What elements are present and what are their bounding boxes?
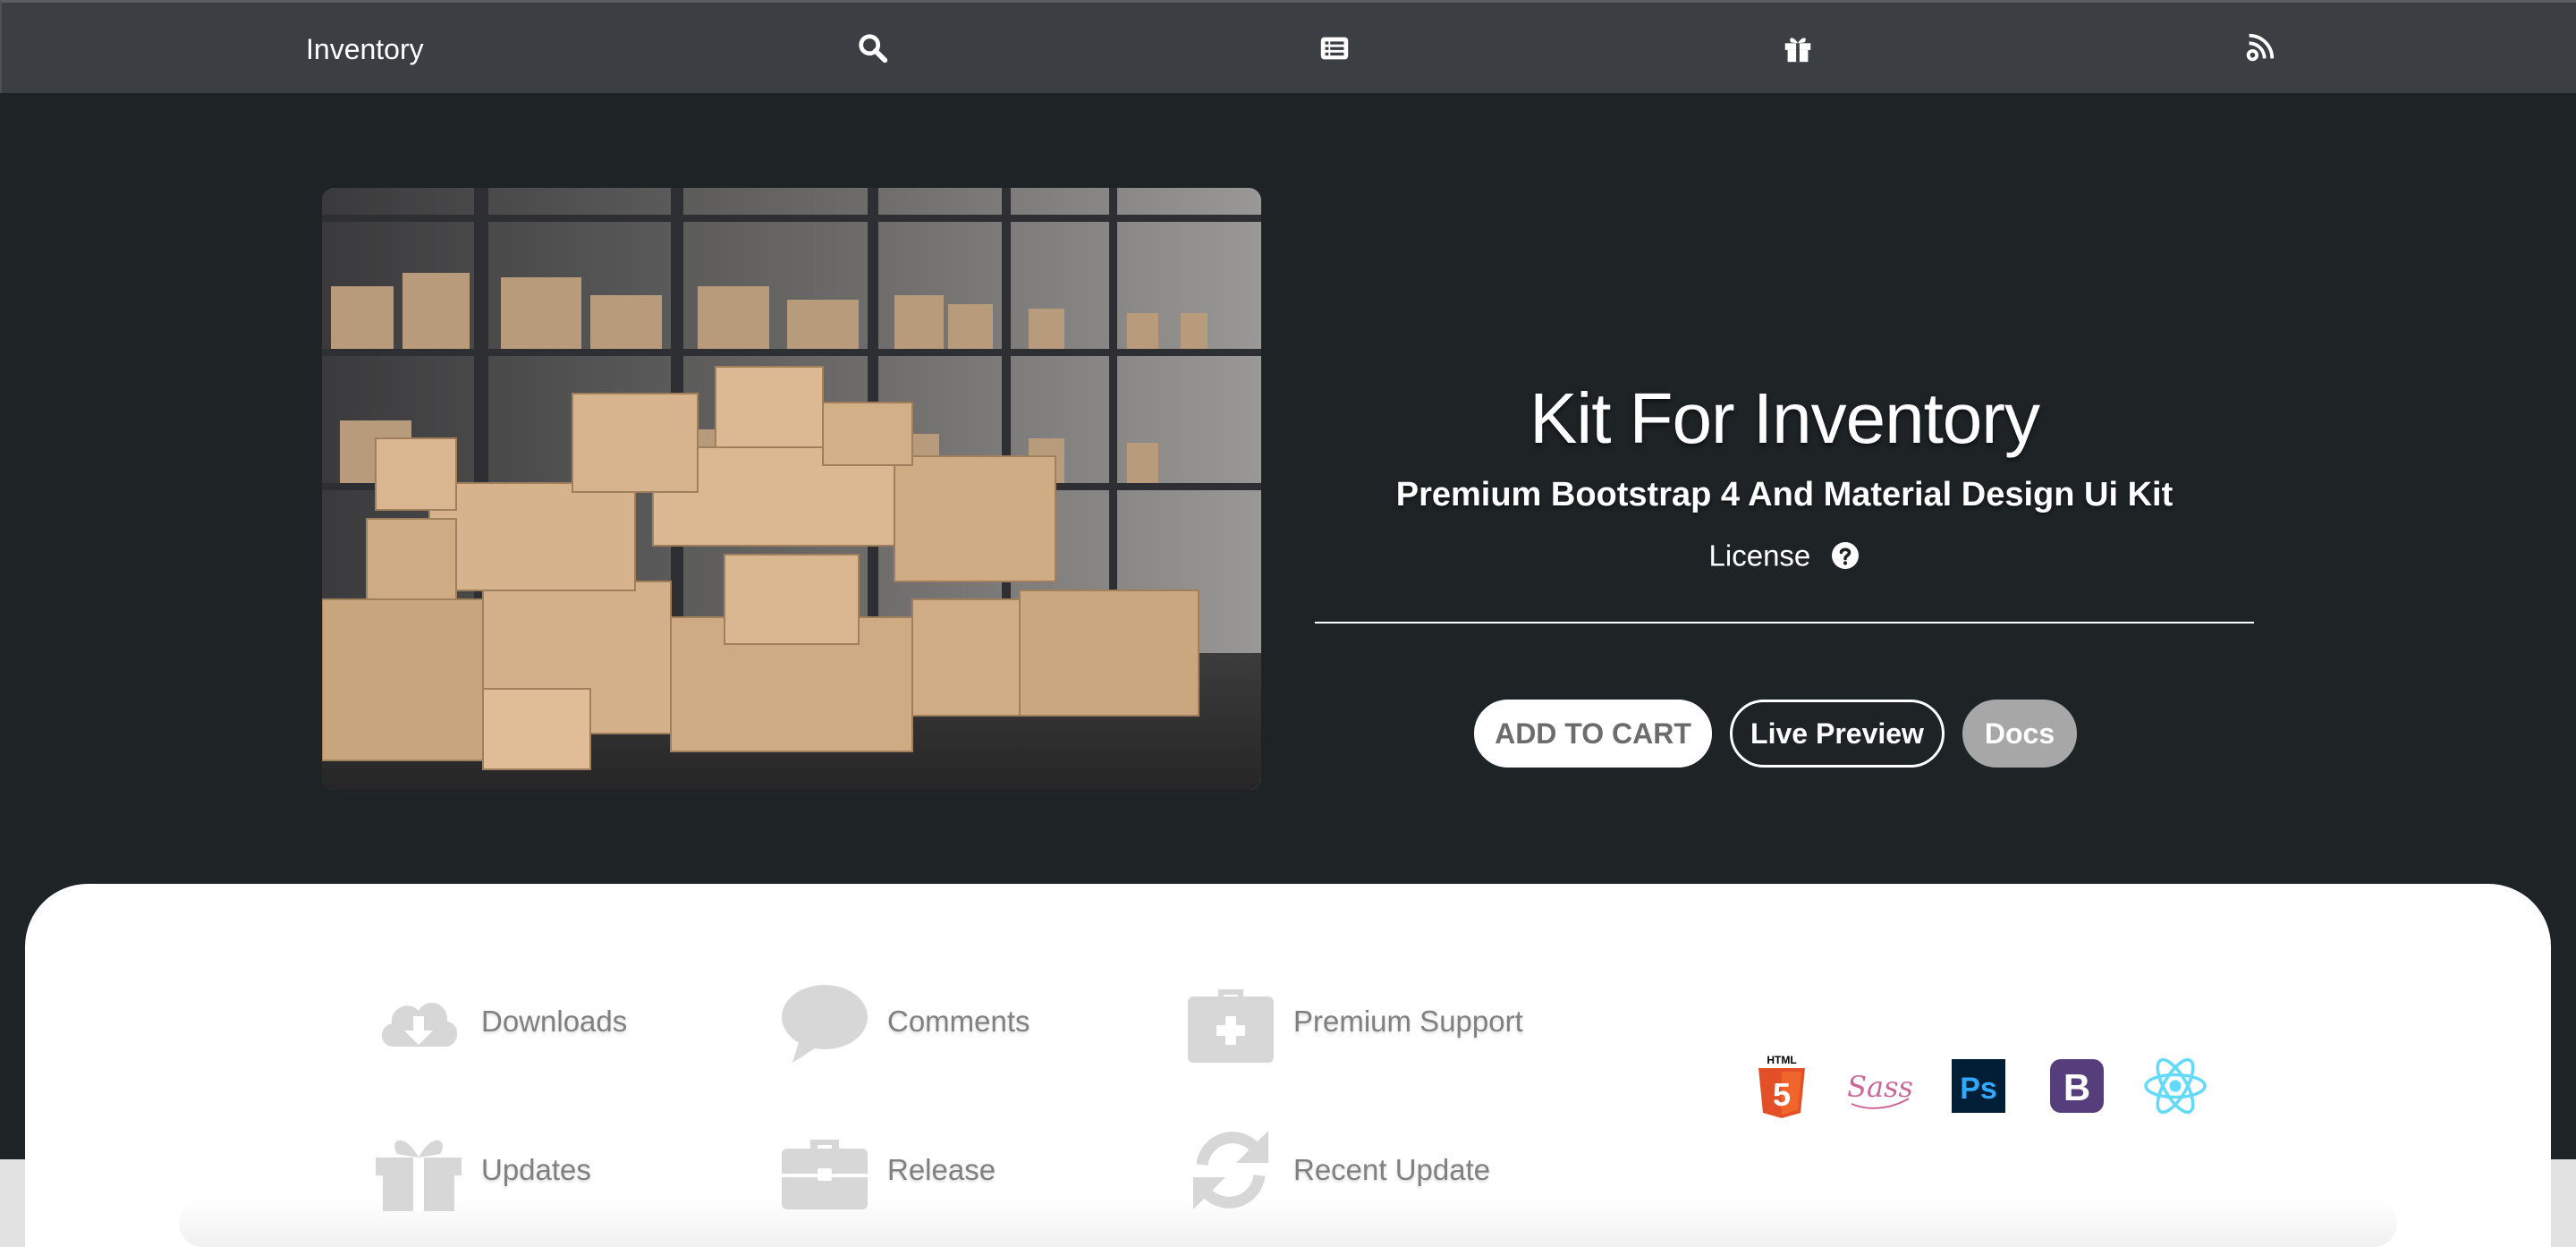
bootstrap-icon: B [2043,1052,2111,1120]
feature-label: Premium Support [1293,1005,1523,1038]
feature-label: Release [887,1153,996,1186]
feature-label: Recent Update [1293,1153,1491,1186]
warehouse-boxes-illustration [322,188,1261,790]
sass-badge-text: Sass [1847,1070,1913,1104]
sass-icon: Sass [1846,1052,1914,1120]
medkit-icon [1186,977,1275,1066]
divider [1315,622,2254,624]
gift-icon [374,1125,463,1215]
product-hero-image [322,188,1261,790]
feature-premium-support: Premium Support [1186,977,1523,1066]
list-icon[interactable] [1318,31,1352,65]
add-to-cart-button[interactable]: ADD TO CART [1474,700,1712,768]
feature-downloads: Downloads [374,977,627,1066]
feature-updates: Updates [374,1125,591,1215]
top-navbar: Inventory [0,0,2576,93]
search-icon[interactable] [856,31,890,65]
license-label: License [1708,539,1811,573]
html5-icon: HTML 5 [1748,1052,1816,1120]
gift-icon[interactable] [1781,31,1815,65]
feature-comments: Comments [780,977,1030,1066]
live-preview-button[interactable]: Live Preview [1730,700,1945,768]
product-title: Kit For Inventory [1530,378,2040,458]
feed-icon[interactable] [2242,31,2276,65]
bootstrap-badge-text: B [2063,1066,2090,1108]
photoshop-icon: Ps [1945,1052,2012,1120]
html5-badge-digit: 5 [1773,1076,1791,1113]
photoshop-badge-text: Ps [1960,1072,1997,1106]
feature-recent-update: Recent Update [1186,1125,1490,1215]
feature-label: Updates [481,1153,591,1186]
feature-label: Comments [887,1005,1030,1038]
product-subtitle: Premium Bootstrap 4 And Material Design … [1395,476,2174,513]
html5-badge-text: HTML [1767,1054,1796,1066]
feature-release: Release [780,1125,996,1215]
question-circle-icon[interactable] [1831,541,1860,570]
license-row: License [1315,537,2254,573]
react-icon [2141,1052,2209,1120]
cloud-download-icon [374,977,463,1066]
brand-link[interactable]: Inventory [306,33,424,66]
briefcase-icon [780,1125,869,1215]
feature-label: Downloads [481,1005,628,1038]
refresh-icon [1186,1125,1275,1215]
docs-button[interactable]: Docs [1962,700,2077,768]
comment-icon [780,977,869,1066]
